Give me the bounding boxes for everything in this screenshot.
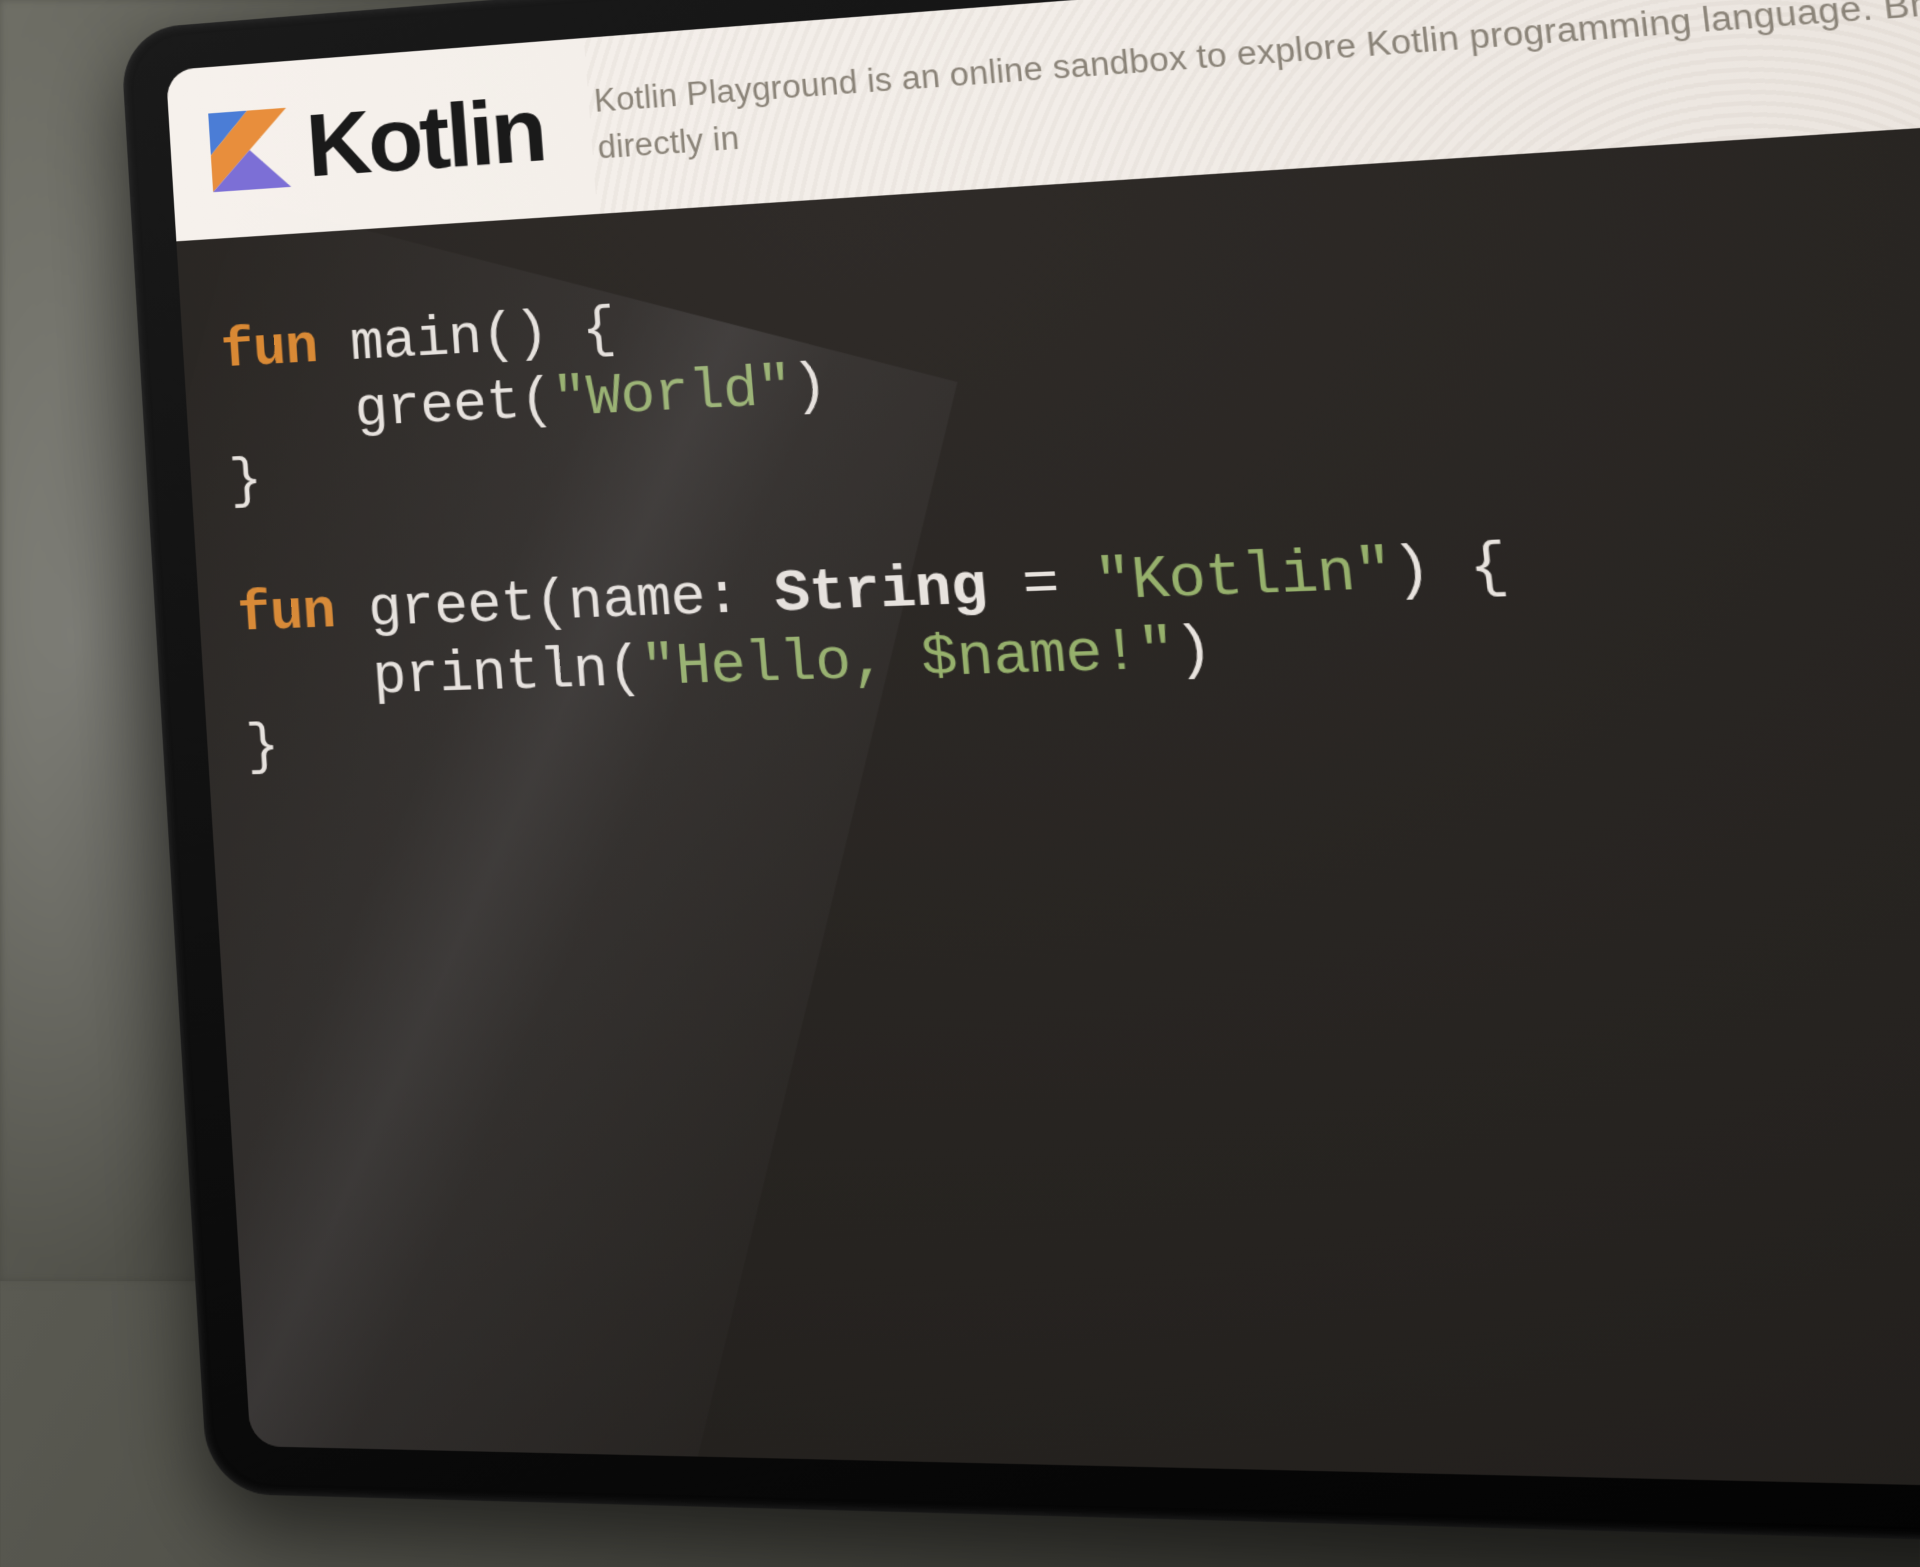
paren-open-2: ( [532,571,571,637]
brace-close-2: } [244,716,281,781]
function-main: main [348,306,484,377]
brace-close: } [228,450,264,515]
paren-close-2: ) [1389,537,1434,607]
kotlin-logo-icon [208,108,291,192]
tablet-device-frame: Kotlin Kotlin Playground is an online sa… [120,0,1920,1567]
call-greet: greet [353,371,523,443]
colon: : [703,564,743,631]
function-greet: greet [366,572,537,643]
type-string: String [772,554,990,628]
string-kotlin: "Kotlin" [1092,538,1396,617]
paren-open: ( [517,369,555,435]
brace-open: { [579,298,618,364]
brace-open-2: { [1466,533,1512,604]
paren-open-3: ( [605,636,644,703]
kotlin-logo-block[interactable]: Kotlin [208,84,547,198]
kotlin-wordmark: Kotlin [304,84,547,191]
call-println: println [371,637,610,710]
paren-close: ) [790,354,830,421]
op-eq: = [1020,551,1062,620]
string-world: "World" [551,356,795,433]
code-editor[interactable]: fun main() { greet("World") } fun greet(… [176,81,1920,1507]
keyword-fun-2: fun [236,580,338,647]
param-name: name [566,565,708,635]
keyword-fun: fun [219,316,320,384]
paren-close-3: ) [1172,616,1216,685]
empty-parens: () [479,302,550,369]
